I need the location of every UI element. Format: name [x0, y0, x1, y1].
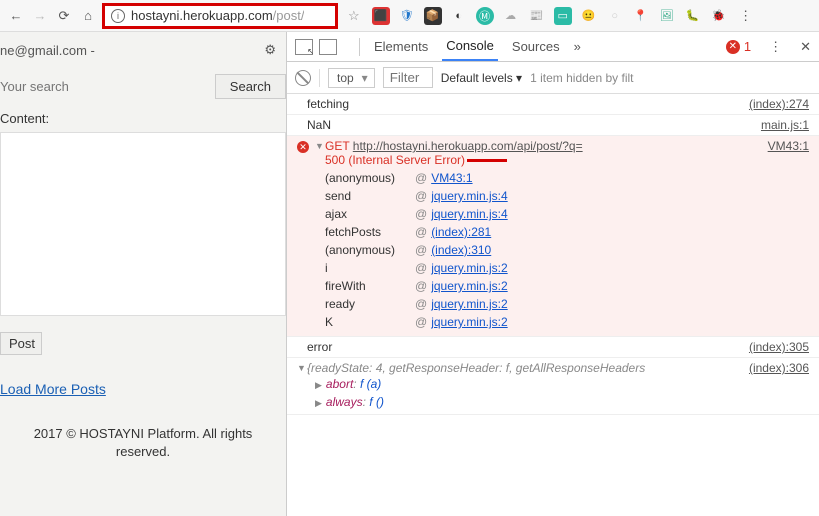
ext-icon[interactable]: ▭: [554, 7, 572, 25]
source-link[interactable]: jquery.min.js:2: [431, 261, 507, 275]
reload-button[interactable]: ⟳: [54, 6, 74, 26]
console-output: fetching (index):274 NaN main.js:1 ✕ ▼ G…: [287, 94, 819, 516]
ext-icon[interactable]: 📍: [632, 7, 650, 25]
ext-icon[interactable]: 😐: [580, 7, 598, 25]
source-link[interactable]: jquery.min.js:2: [431, 279, 507, 293]
error-dot-icon: ✕: [726, 40, 740, 54]
console-toolbar: top Default levels ▾ 1 item hidden by fi…: [287, 62, 819, 94]
stack-frame: i@jquery.min.js:2: [325, 259, 809, 277]
stack-frame: (anonymous)@VM43:1: [325, 169, 809, 187]
ext-icon[interactable]: ☁: [502, 7, 520, 25]
annotation-underline: [467, 159, 507, 162]
load-more-link[interactable]: Load More Posts: [0, 381, 286, 397]
bookmark-star-icon[interactable]: ☆: [348, 8, 360, 24]
ext-icon[interactable]: Ⓜ: [476, 7, 494, 25]
source-link[interactable]: jquery.min.js:4: [431, 207, 507, 221]
ext-icon[interactable]: ◐: [450, 7, 468, 25]
more-tabs-button[interactable]: »: [574, 39, 581, 54]
address-bar[interactable]: i hostayni.herokuapp.com/post/: [102, 3, 338, 29]
source-link[interactable]: main.js:1: [761, 118, 809, 132]
source-link[interactable]: (index):306: [749, 361, 809, 375]
stack-frame: ajax@jquery.min.js:4: [325, 205, 809, 223]
source-link[interactable]: (index):305: [749, 340, 809, 354]
context-selector[interactable]: top: [328, 68, 375, 88]
log-row: error (index):305: [287, 337, 819, 358]
stack-frame: send@jquery.min.js:4: [325, 187, 809, 205]
gear-icon[interactable]: ⚙: [264, 42, 276, 58]
ext-icon[interactable]: 🖼: [658, 7, 676, 25]
content-textarea[interactable]: [0, 132, 286, 316]
source-link[interactable]: jquery.min.js:2: [431, 297, 507, 311]
tab-elements[interactable]: Elements: [370, 33, 432, 60]
tab-sources[interactable]: Sources: [508, 33, 564, 60]
stack-frame: fetchPosts@(index):281: [325, 223, 809, 241]
ext-icon[interactable]: 🐞: [710, 7, 728, 25]
object-property: ▶always: f (): [297, 393, 809, 411]
stack-frame: fireWith@jquery.min.js:2: [325, 277, 809, 295]
devtools-tabbar: ↖ Elements Console Sources » ✕ 1 ⋮ ✕: [287, 32, 819, 62]
log-levels-selector[interactable]: Default levels ▾: [441, 71, 522, 85]
tab-console[interactable]: Console: [442, 32, 498, 61]
expand-toggle[interactable]: ▶: [315, 398, 322, 408]
forward-button[interactable]: →: [30, 6, 50, 26]
browser-toolbar: ← → ⟳ ⌂ i hostayni.herokuapp.com/post/ ☆…: [0, 0, 819, 32]
collapse-toggle[interactable]: ▼: [315, 141, 325, 167]
stack-frame: (anonymous)@(index):310: [325, 241, 809, 259]
browser-menu-button[interactable]: ⋮: [736, 6, 756, 26]
source-link[interactable]: jquery.min.js:4: [431, 189, 507, 203]
request-url[interactable]: http://hostayni.herokuapp.com/api/post/?…: [353, 139, 583, 153]
devtools-close-button[interactable]: ✕: [800, 39, 811, 55]
devtools-panel: ↖ Elements Console Sources » ✕ 1 ⋮ ✕ top…: [287, 32, 819, 516]
error-icon: ✕: [297, 141, 309, 153]
error-log-row: ✕ ▼ GET http://hostayni.herokuapp.com/ap…: [287, 136, 819, 337]
source-link[interactable]: jquery.min.js:2: [431, 315, 507, 329]
error-badge[interactable]: ✕ 1: [726, 39, 751, 54]
back-button[interactable]: ←: [6, 6, 26, 26]
user-email: ne@gmail.com -: [0, 43, 95, 58]
source-link[interactable]: VM43:1: [768, 139, 809, 167]
ext-icon[interactable]: 📰: [528, 7, 546, 25]
log-row: NaN main.js:1: [287, 115, 819, 136]
expand-toggle[interactable]: ▼: [297, 363, 307, 375]
clear-console-icon[interactable]: [295, 70, 311, 86]
devtools-menu-button[interactable]: ⋮: [769, 39, 782, 55]
filter-input[interactable]: [383, 67, 433, 88]
hidden-items-text: 1 item hidden by filt: [530, 71, 633, 85]
object-property: ▶abort: f (a): [297, 375, 809, 393]
expand-toggle[interactable]: ▶: [315, 380, 322, 390]
post-button[interactable]: Post: [0, 332, 42, 355]
device-icon[interactable]: [319, 39, 337, 55]
site-info-icon[interactable]: i: [111, 9, 125, 23]
stack-frame: ready@jquery.min.js:2: [325, 295, 809, 313]
search-input[interactable]: [0, 75, 211, 98]
inspect-icon[interactable]: ↖: [295, 39, 313, 55]
content-label: Content:: [0, 111, 286, 126]
page-content: ne@gmail.com - ⚙ Search Content: Post Lo…: [0, 32, 287, 516]
source-link[interactable]: (index):310: [431, 243, 491, 257]
ext-icon[interactable]: 🐛: [684, 7, 702, 25]
log-row: ▼ {readyState: 4, getResponseHeader: f, …: [287, 358, 819, 415]
footer-text: 2017 © HOSTAYNI Platform. All rights res…: [0, 425, 286, 461]
source-link[interactable]: (index):274: [749, 97, 809, 111]
home-button[interactable]: ⌂: [78, 6, 98, 26]
stack-frame: K@jquery.min.js:2: [325, 313, 809, 331]
source-link[interactable]: VM43:1: [431, 171, 472, 185]
ext-icon[interactable]: 🛡: [398, 7, 416, 25]
ext-icon[interactable]: 📦: [424, 7, 442, 25]
ext-icon[interactable]: ⬛: [372, 7, 390, 25]
extensions-row: ⬛ 🛡 📦 ◐ Ⓜ ☁ 📰 ▭ 😐 ○ 📍 🖼 🐛 🐞 ⋮: [372, 6, 756, 26]
source-link[interactable]: (index):281: [431, 225, 491, 239]
search-button[interactable]: Search: [215, 74, 286, 99]
ext-icon[interactable]: ○: [606, 7, 624, 25]
log-row: fetching (index):274: [287, 94, 819, 115]
url-text: hostayni.herokuapp.com/post/: [131, 8, 304, 23]
